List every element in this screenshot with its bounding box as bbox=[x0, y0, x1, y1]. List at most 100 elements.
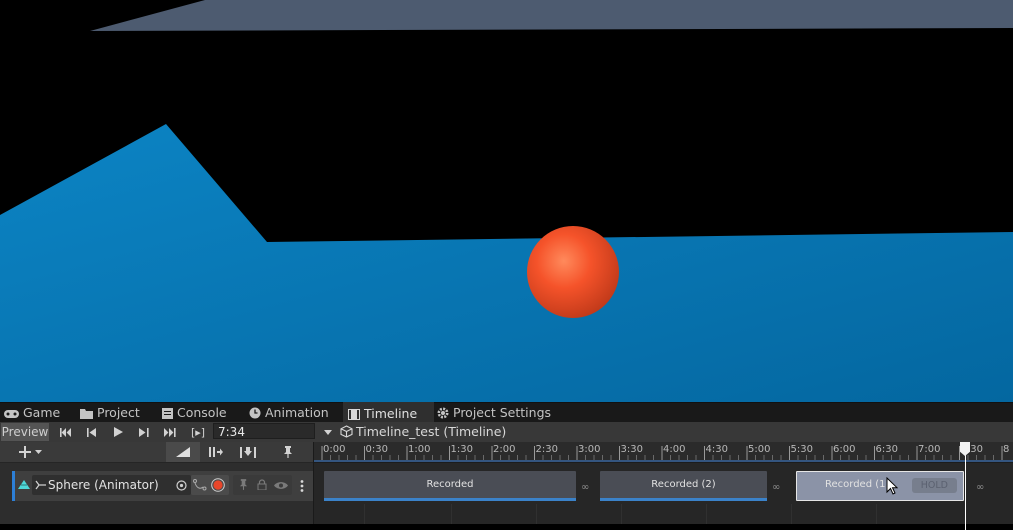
time-ruler[interactable]: 0:00 0:30 1:00 1:30 2:00 2:30 3:00 3:30 4:00 4:30… bbox=[314, 442, 1013, 463]
skip-start-icon bbox=[60, 427, 71, 437]
eye-icon[interactable] bbox=[274, 481, 288, 490]
film-icon bbox=[348, 409, 360, 420]
more-options-icon[interactable] bbox=[300, 480, 304, 492]
ruler-tick-label: 5:00 bbox=[748, 444, 771, 455]
go-to-end-button[interactable] bbox=[160, 422, 180, 442]
ruler-tick-label: 7:00 bbox=[918, 444, 941, 455]
editor-tab-bar: Game Project Console Animation Timeline … bbox=[0, 402, 1013, 425]
grid-line bbox=[364, 504, 365, 524]
previous-frame-button[interactable] bbox=[82, 422, 102, 442]
timeline-clips-area[interactable]: 0:00 0:30 1:00 1:30 2:00 2:30 3:00 3:30 4:00 4:30… bbox=[313, 442, 1013, 530]
tab-console[interactable]: Console bbox=[162, 403, 227, 423]
curves-toggle-button[interactable] bbox=[166, 442, 200, 462]
ruler-tick-label: 2:30 bbox=[535, 444, 558, 455]
curves-icon[interactable] bbox=[193, 479, 207, 491]
playhead-line bbox=[965, 448, 966, 530]
tab-project-settings[interactable]: Project Settings bbox=[437, 403, 551, 423]
object-picker-icon[interactable] bbox=[176, 480, 187, 491]
chevron-down-icon bbox=[34, 450, 42, 454]
ruler-tick-label: 8 bbox=[1003, 444, 1010, 455]
tab-label: Project bbox=[97, 405, 140, 420]
ruler-tick-label: 1:30 bbox=[450, 444, 473, 455]
step-forward-icon bbox=[139, 427, 149, 437]
breadcrumb[interactable]: Timeline_test (Timeline) bbox=[340, 422, 506, 442]
track-header-panel: Sphere (Animator) bbox=[0, 442, 313, 524]
skip-end-icon bbox=[164, 427, 176, 437]
grid-line bbox=[876, 504, 877, 524]
timeline-dropdown-button[interactable] bbox=[320, 422, 336, 442]
snap-button[interactable] bbox=[233, 442, 263, 462]
tab-label: Animation bbox=[265, 405, 329, 420]
ruler-tick-label: 3:00 bbox=[578, 444, 601, 455]
ruler-tick-label: 5:30 bbox=[790, 444, 813, 455]
ruler-tick-label: 6:00 bbox=[833, 444, 856, 455]
lock-icon[interactable] bbox=[257, 479, 267, 490]
play-icon bbox=[113, 427, 123, 437]
record-icon[interactable] bbox=[211, 478, 225, 492]
animator-icon bbox=[35, 480, 46, 490]
tab-label: Game bbox=[23, 405, 61, 420]
folder-icon bbox=[80, 409, 93, 419]
ripple-mode-button[interactable] bbox=[203, 442, 229, 462]
lock-header-button[interactable] bbox=[278, 442, 298, 462]
pin-icon[interactable] bbox=[239, 479, 248, 490]
tab-label: Timeline bbox=[364, 406, 418, 421]
play-range-toggle[interactable]: [▸] bbox=[186, 422, 210, 442]
clock-icon bbox=[249, 407, 261, 419]
breadcrumb-label: Timeline_test (Timeline) bbox=[356, 424, 507, 439]
cube-icon bbox=[340, 425, 353, 438]
plus-icon bbox=[18, 446, 31, 458]
animator-object-field[interactable]: Sphere (Animator) bbox=[32, 475, 191, 495]
hold-badge: HOLD bbox=[911, 478, 957, 493]
tab-animation[interactable]: Animation bbox=[249, 403, 329, 423]
gamepad-icon bbox=[4, 410, 19, 418]
tab-label: Console bbox=[177, 405, 227, 420]
track-header-toolbar bbox=[0, 442, 313, 463]
ruler-tick-label: 4:30 bbox=[705, 444, 728, 455]
tab-project[interactable]: Project bbox=[80, 403, 140, 423]
snap-icon bbox=[240, 446, 256, 458]
mouse-cursor-icon bbox=[886, 477, 898, 495]
grid-line bbox=[791, 504, 792, 524]
blend-gap-icon: ∞ bbox=[581, 482, 590, 493]
ruler-tick-label: 4:00 bbox=[663, 444, 686, 455]
current-time-field[interactable]: 7:34 bbox=[213, 423, 315, 439]
tab-game[interactable]: Game bbox=[4, 403, 60, 423]
ruler-tick-label: 0:30 bbox=[365, 444, 388, 455]
blend-gap-icon: ∞ bbox=[976, 482, 985, 493]
game-viewport bbox=[0, 0, 1013, 402]
clip-label: Recorded (2) bbox=[651, 479, 716, 490]
tab-label: Project Settings bbox=[453, 405, 552, 420]
gear-icon bbox=[437, 407, 449, 419]
animation-clip-selected[interactable]: Recorded (1 HOLD bbox=[796, 471, 964, 501]
track-triangle-icon bbox=[18, 480, 30, 489]
grid-line bbox=[621, 504, 622, 524]
preview-button[interactable]: Preview bbox=[1, 423, 49, 441]
grid-line bbox=[451, 504, 452, 524]
timeline-toolbar: Preview [▸] 7:34 Timeline_test (Timeline… bbox=[0, 422, 1013, 443]
play-range-bar bbox=[314, 460, 1013, 462]
record-group bbox=[191, 475, 229, 495]
curve-ramp-icon bbox=[176, 447, 190, 457]
clip-progress-bar bbox=[600, 498, 767, 501]
console-icon bbox=[162, 408, 173, 419]
animation-clip[interactable]: Recorded (2) bbox=[600, 471, 767, 501]
track-binding-label: Sphere (Animator) bbox=[48, 478, 159, 492]
step-back-icon bbox=[87, 427, 96, 437]
clip-label: Recorded bbox=[426, 479, 474, 490]
ripple-icon bbox=[209, 447, 223, 457]
next-frame-button[interactable] bbox=[134, 422, 154, 442]
ceiling-plane bbox=[90, 0, 1013, 31]
grid-line bbox=[536, 504, 537, 524]
animation-track[interactable]: Sphere (Animator) bbox=[12, 471, 313, 501]
go-to-start-button[interactable] bbox=[56, 422, 76, 442]
ruler-tick-label: 1:00 bbox=[408, 444, 431, 455]
add-track-button[interactable] bbox=[14, 442, 46, 462]
ruler-tick-label: 3:30 bbox=[620, 444, 643, 455]
track-state-group bbox=[233, 475, 292, 495]
play-button[interactable] bbox=[108, 422, 128, 442]
animation-clip[interactable]: Recorded bbox=[324, 471, 576, 501]
sphere-object bbox=[527, 226, 619, 318]
pin-icon bbox=[284, 446, 292, 458]
grid-line bbox=[706, 504, 707, 524]
